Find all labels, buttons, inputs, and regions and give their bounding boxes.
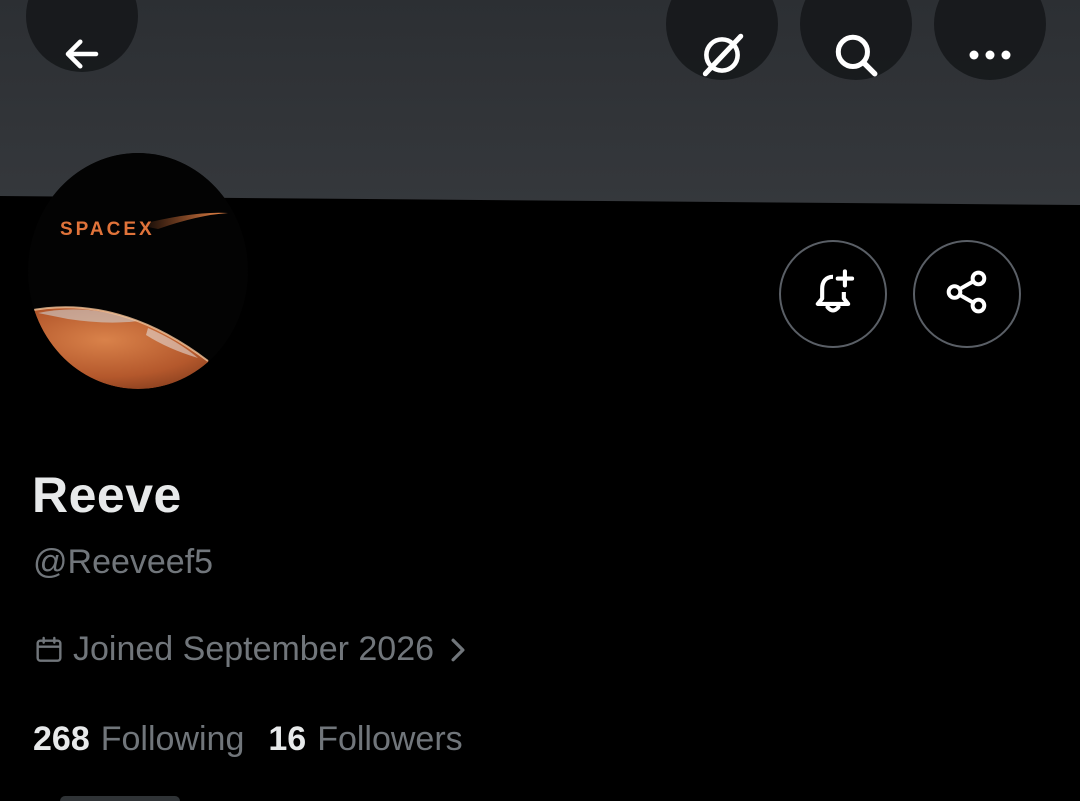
chevron-right-icon: [448, 637, 468, 663]
arrow-left-icon: [61, 33, 103, 75]
grok-slash-circle-icon: [697, 30, 747, 80]
share-icon: [942, 267, 992, 322]
avatar[interactable]: SPACEX: [28, 153, 248, 389]
profile-screen: SPACEX Reeve @Reeveef5 Joined September …: [0, 0, 1080, 801]
next-section-edge: [60, 796, 180, 801]
joined-date-text: Joined September 2026: [73, 630, 435, 668]
avatar-logo-text: SPACEX: [60, 219, 155, 240]
joined-date-row[interactable]: Joined September 2026: [33, 630, 468, 669]
search-icon: [831, 30, 881, 80]
followers-link[interactable]: 16 Followers: [268, 720, 462, 759]
following-count: 268: [33, 720, 90, 758]
share-button[interactable]: [913, 240, 1021, 348]
followers-label: Followers: [317, 720, 463, 758]
follow-stats: 268 Following 16 Followers: [33, 720, 487, 759]
following-label: Following: [100, 720, 245, 758]
following-link[interactable]: 268 Following: [33, 720, 244, 759]
bell-plus-icon: [807, 266, 859, 323]
user-handle: @Reeveef5: [33, 543, 214, 581]
calendar-icon: [33, 634, 65, 666]
display-name: Reeve: [32, 467, 182, 523]
followers-count: 16: [268, 720, 307, 758]
more-dots-icon: [967, 48, 1013, 62]
notify-button[interactable]: [779, 240, 887, 348]
